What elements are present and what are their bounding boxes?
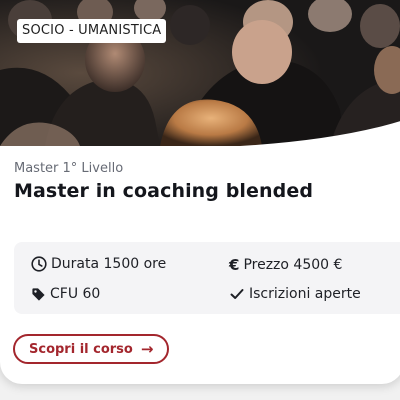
duration-label: Durata 1500 ore bbox=[51, 256, 167, 272]
price-label: Prezzo 4500 € bbox=[243, 257, 343, 273]
course-level: Master 1° Livello bbox=[14, 161, 124, 176]
course-card: SOCIO - UMANISTICA Master 1° Livello Mas… bbox=[0, 0, 400, 384]
euro-icon: € bbox=[229, 256, 240, 274]
cfu-label: CFU 60 bbox=[50, 286, 101, 302]
discover-course-label: Scopri il corso bbox=[29, 341, 133, 357]
duration-info: Durata 1500 ore bbox=[31, 256, 166, 272]
cfu-info: CFU 60 bbox=[31, 286, 100, 302]
enrollment-info: Iscrizioni aperte bbox=[229, 286, 361, 302]
clock-icon bbox=[31, 256, 47, 272]
arrow-right-icon: → bbox=[140, 340, 154, 358]
discover-course-button[interactable]: Scopri il corso → bbox=[13, 334, 170, 364]
price-info: € Prezzo 4500 € bbox=[229, 256, 342, 274]
course-hero-image: SOCIO - UMANISTICA bbox=[0, 0, 400, 146]
enrollment-label: Iscrizioni aperte bbox=[249, 286, 361, 302]
course-details-box bbox=[14, 242, 400, 314]
tag-icon bbox=[32, 287, 45, 301]
check-icon bbox=[230, 289, 244, 299]
category-tag: SOCIO - UMANISTICA bbox=[17, 19, 167, 43]
course-title: Master in coaching blended bbox=[14, 180, 314, 202]
